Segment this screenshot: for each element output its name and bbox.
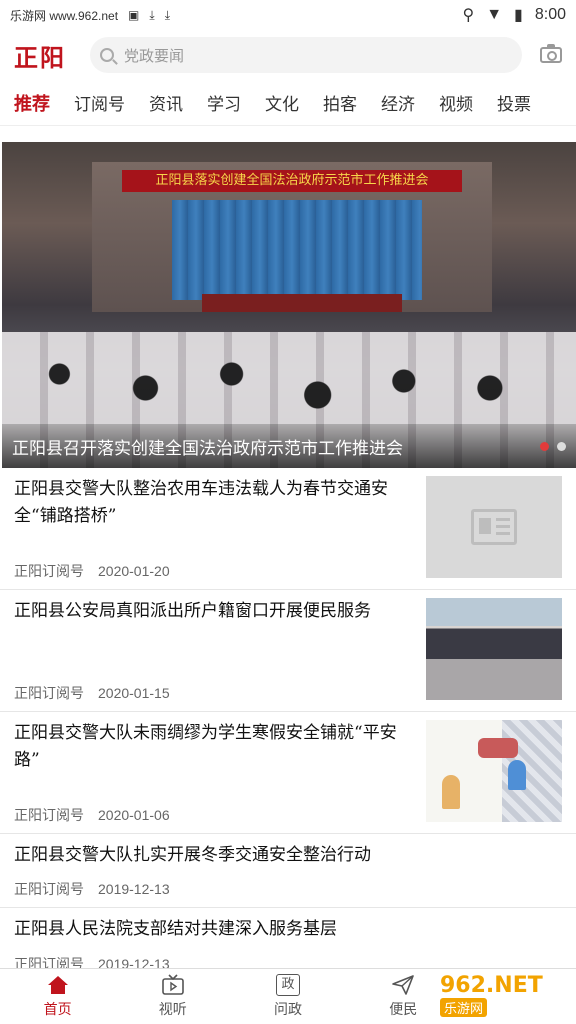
news-meta: 正阳订阅号 2020-01-15 (14, 683, 170, 703)
watermark: 962.NET 乐游网 (440, 974, 570, 1018)
camera-icon[interactable] (540, 44, 562, 63)
tab-recommend[interactable]: 推荐 (14, 90, 50, 116)
cartoon-child (442, 775, 460, 809)
news-date: 2019-12-13 (98, 881, 170, 897)
cartoon-car (478, 738, 518, 758)
news-source: 正阳订阅号 (14, 807, 84, 823)
wifi-icon: ▼ (486, 6, 503, 23)
news-thumbnail-placeholder (426, 476, 562, 578)
nav-inquiry-label: 问政 (274, 1001, 302, 1017)
news-source: 正阳订阅号 (14, 563, 84, 579)
news-title: 正阳县交警大队扎实开展冬季交通安全整治行动 (14, 845, 371, 865)
tab-culture[interactable]: 文化 (265, 90, 299, 115)
news-list: 正阳县交警大队整治农用车违法载人为春节交通安全“铺路搭桥” 正阳订阅号 2020-… (0, 468, 576, 982)
banner-caption: 正阳县召开落实创建全国法治政府示范市工作推进会 (2, 424, 576, 468)
news-meta: 正阳订阅号 2020-01-20 (14, 561, 170, 581)
battery-icon: ▮ (514, 7, 523, 24)
news-source: 正阳订阅号 (14, 685, 84, 701)
watermark-top: 962.NET (440, 973, 543, 998)
nav-services-label: 便民 (389, 1001, 418, 1017)
notification-icon: ▣ (128, 8, 140, 22)
search-icon (100, 48, 114, 62)
banner-dot-2[interactable] (557, 441, 566, 451)
banner-caption-text: 正阳县召开落实创建全国法治政府示范市工作推进会 (12, 438, 403, 458)
tab-subscriptions[interactable]: 订阅号 (74, 90, 125, 115)
nav-inquiry[interactable]: 政 问政 (230, 969, 345, 1024)
list-item[interactable]: 正阳县公安局真阳派出所户籍窗口开展便民服务 正阳订阅号 2020-01-15 (0, 590, 576, 712)
news-date: 2020-01-20 (98, 563, 170, 579)
app-logo[interactable]: 正阳 (14, 38, 86, 73)
nav-home[interactable]: 首页 (0, 969, 115, 1024)
nav-media-label: 视听 (158, 1001, 187, 1017)
banner-curtain (172, 200, 422, 300)
news-title: 正阳县交警大队整治农用车违法载人为春节交通安全“铺路搭桥” (14, 479, 388, 526)
list-item[interactable]: 正阳县交警大队扎实开展冬季交通安全整治行动 正阳订阅号 2019-12-13 (0, 834, 576, 908)
download-icon: ⤓ (149, 7, 155, 22)
zheng-icon: 政 (276, 974, 300, 996)
cartoon-child-2 (508, 760, 526, 790)
tv-icon (161, 974, 185, 996)
home-icon (46, 974, 70, 996)
tab-economy[interactable]: 经济 (381, 90, 415, 115)
tab-paike[interactable]: 拍客 (323, 90, 357, 115)
news-meta: 正阳订阅号 2020-01-06 (14, 805, 170, 825)
news-title: 正阳县公安局真阳派出所户籍窗口开展便民服务 (14, 601, 371, 621)
nav-home-label: 首页 (43, 1001, 72, 1017)
news-title: 正阳县人民法院支部结对共建深入服务基层 (14, 919, 337, 939)
news-source: 正阳订阅号 (14, 881, 84, 897)
featured-banner[interactable]: 正阳县落实创建全国法治政府示范市工作推进会 正阳县召开落实创建全国法治政府示范市… (2, 142, 576, 468)
category-tabs: 推荐 订阅号 资讯 学习 文化 拍客 经济 视频 投票 (0, 80, 576, 126)
banner-pagination (540, 441, 566, 451)
banner-dot-1[interactable] (540, 441, 549, 451)
tab-study[interactable]: 学习 (207, 90, 241, 115)
news-thumbnail-photo (426, 598, 562, 700)
paper-plane-icon (391, 974, 415, 996)
article-placeholder-icon (471, 509, 517, 545)
search-placeholder: 党政要闻 (124, 47, 185, 65)
banner-stage-table (202, 294, 402, 312)
news-date: 2020-01-06 (98, 807, 170, 823)
nav-media[interactable]: 视听 (115, 969, 230, 1024)
news-thumbnail-cartoon (426, 720, 562, 822)
app-header: 正阳 党政要闻 (0, 30, 576, 80)
tab-news[interactable]: 资讯 (149, 90, 183, 115)
location-icon: ⚲ (462, 7, 475, 24)
status-time: 8:00 (534, 6, 566, 23)
tab-vote[interactable]: 投票 (497, 90, 531, 115)
list-item[interactable]: 正阳县交警大队整治农用车违法载人为春节交通安全“铺路搭桥” 正阳订阅号 2020-… (0, 468, 576, 590)
watermark-bottom: 乐游网 (440, 998, 488, 1017)
status-bar: 乐游网 www.962.net ▣ ⤓ ⤓ ⚲ ▼ ▮ 8:00 (0, 0, 576, 30)
status-site-label: 乐游网 www.962.net (10, 8, 119, 23)
tab-video[interactable]: 视频 (439, 90, 473, 115)
download-icon-2: ⤓ (164, 7, 171, 22)
search-input[interactable]: 党政要闻 (90, 37, 522, 73)
news-meta: 正阳订阅号 2019-12-13 (14, 879, 170, 899)
list-item[interactable]: 正阳县交警大队未雨绸缪为学生寒假安全铺就“平安路” 正阳订阅号 2020-01-0… (0, 712, 576, 834)
news-date: 2020-01-15 (98, 685, 170, 701)
news-title: 正阳县交警大队未雨绸缪为学生寒假安全铺就“平安路” (14, 723, 397, 770)
banner-stage-text: 正阳县落实创建全国法治政府示范市工作推进会 (122, 170, 462, 192)
